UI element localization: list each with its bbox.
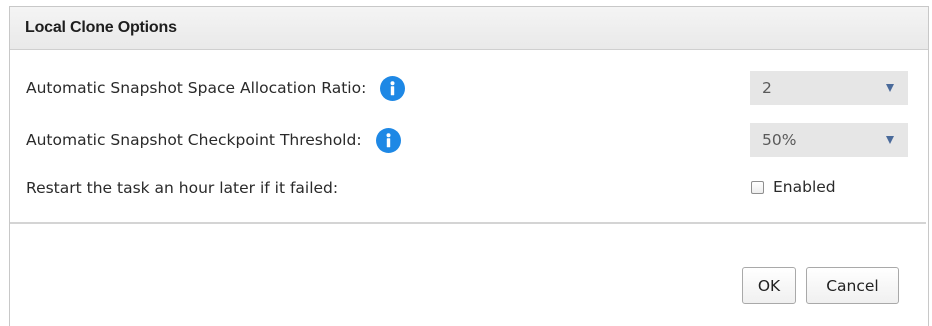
enabled-checkbox-field[interactable]: Enabled — [751, 174, 836, 200]
chevron-down-icon — [886, 84, 894, 92]
checkpoint-threshold-row: Automatic Snapshot Checkpoint Threshold: — [26, 125, 401, 155]
local-clone-options-dialog: Local Clone Options Automatic Snapshot S… — [9, 6, 929, 326]
restart-task-row: Restart the task an hour later if it fai… — [26, 173, 338, 203]
enabled-checkbox[interactable] — [751, 180, 764, 194]
space-ratio-select[interactable]: 2 — [750, 71, 908, 105]
info-icon[interactable] — [375, 127, 401, 153]
info-icon[interactable] — [380, 75, 406, 101]
dialog-title: Local Clone Options — [25, 19, 177, 36]
divider — [10, 222, 926, 224]
chevron-down-icon — [886, 136, 894, 144]
restart-task-label: Restart the task an hour later if it fai… — [26, 179, 339, 197]
checkpoint-threshold-label: Automatic Snapshot Checkpoint Threshold: — [26, 131, 362, 149]
dialog-titlebar: Local Clone Options — [10, 7, 928, 50]
enabled-checkbox-label[interactable]: Enabled — [773, 178, 836, 196]
space-ratio-value: 2 — [762, 79, 772, 97]
cancel-button[interactable]: Cancel — [806, 267, 899, 304]
checkpoint-threshold-select[interactable]: 50% — [750, 123, 908, 157]
checkpoint-threshold-value: 50% — [762, 131, 797, 149]
space-ratio-label: Automatic Snapshot Space Allocation Rati… — [26, 79, 367, 97]
space-ratio-row: Automatic Snapshot Space Allocation Rati… — [26, 73, 406, 103]
ok-button[interactable]: OK — [742, 267, 796, 304]
